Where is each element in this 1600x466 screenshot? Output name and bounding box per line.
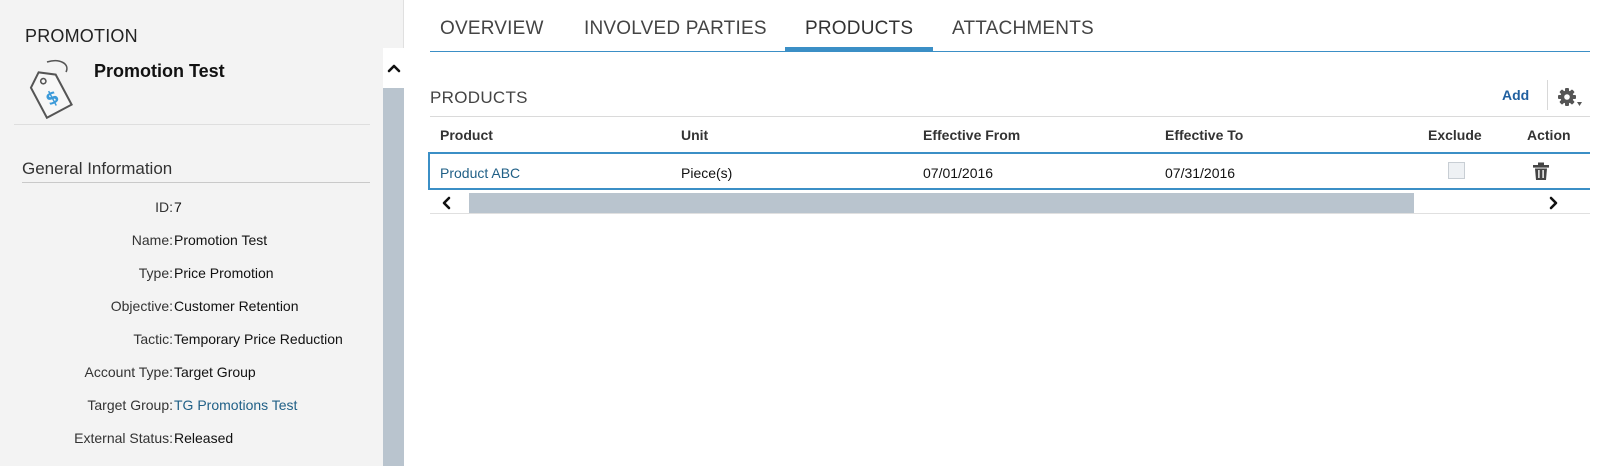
column-header-effective-to[interactable]: Effective To <box>1165 127 1243 143</box>
target-group-link[interactable]: TG Promotions Test <box>174 397 297 413</box>
field-external-status: External Status: Released <box>0 430 370 450</box>
add-product-button[interactable]: Add <box>1502 87 1529 103</box>
chevron-left-icon <box>442 196 451 210</box>
column-header-action: Action <box>1527 127 1571 143</box>
field-value: Target Group <box>174 364 256 380</box>
tab-bar: OVERVIEW INVOLVED PARTIES PRODUCTS ATTAC… <box>430 0 1590 52</box>
column-header-exclude[interactable]: Exclude <box>1428 127 1482 143</box>
field-value: Promotion Test <box>174 232 268 248</box>
section-title-general-information: General Information <box>22 159 173 178</box>
field-objective: Objective: Customer Retention <box>0 298 370 318</box>
field-label: Tactic: <box>133 331 173 347</box>
section-divider <box>22 182 370 183</box>
field-value: Price Promotion <box>174 265 274 281</box>
header-divider <box>14 124 370 125</box>
field-label: Objective: <box>110 298 173 314</box>
tab-overview[interactable]: OVERVIEW <box>420 18 564 51</box>
object-header-panel: PROMOTION $ Promotion Test General Infor… <box>0 0 404 466</box>
scroll-left-button[interactable] <box>430 192 462 214</box>
effective-to-cell: 07/31/2016 <box>1165 165 1236 181</box>
field-label: External Status: <box>74 430 173 446</box>
field-value: Customer Retention <box>174 298 299 314</box>
object-name: Promotion Test <box>94 61 225 81</box>
unit-cell: Piece(s) <box>681 165 733 181</box>
field-label: Type: <box>138 265 173 281</box>
field-value: Released <box>174 430 234 446</box>
effective-from-cell: 07/01/2016 <box>923 165 994 181</box>
product-link[interactable]: Product ABC <box>440 165 520 181</box>
field-name: Name: Promotion Test <box>0 232 370 252</box>
field-label: Account Type: <box>84 364 173 380</box>
field-label: ID: <box>155 199 173 215</box>
field-target-group: Target Group: TG Promotions Test <box>0 397 370 417</box>
trash-icon[interactable] <box>1531 161 1551 181</box>
field-label: Name: <box>131 232 173 248</box>
field-value: 7 <box>174 199 182 215</box>
table-row[interactable]: Product ABC Piece(s) 07/01/2016 07/31/20… <box>428 152 1590 190</box>
horizontal-scrollbar[interactable] <box>430 192 1590 214</box>
scroll-up-button[interactable] <box>383 48 404 88</box>
tab-involved-parties[interactable]: INVOLVED PARTIES <box>564 18 787 51</box>
field-tactic: Tactic: Temporary Price Reduction <box>0 331 370 351</box>
toolbar-divider <box>1547 80 1548 110</box>
scroll-right-button[interactable] <box>1538 192 1570 214</box>
scrollbar-thumb[interactable] <box>469 193 1414 213</box>
object-type-label: PROMOTION <box>25 26 138 46</box>
price-tag-icon: $ <box>29 59 73 120</box>
chevron-up-icon <box>387 64 400 73</box>
field-id: ID: 7 <box>0 199 370 219</box>
tab-attachments[interactable]: ATTACHMENTS <box>932 18 1114 51</box>
exclude-checkbox[interactable] <box>1448 162 1465 179</box>
column-header-product[interactable]: Product <box>440 127 493 143</box>
vertical-scrollbar[interactable] <box>383 48 404 466</box>
scrollbar-thumb[interactable] <box>383 88 404 466</box>
field-value: Temporary Price Reduction <box>174 331 343 347</box>
gear-icon[interactable] <box>1557 85 1583 109</box>
products-section-title: PRODUCTS <box>430 88 528 107</box>
column-header-unit[interactable]: Unit <box>681 127 708 143</box>
section-divider <box>430 116 1590 117</box>
field-type: Type: Price Promotion <box>0 265 370 285</box>
column-header-effective-from[interactable]: Effective From <box>923 127 1020 143</box>
tab-products[interactable]: PRODUCTS <box>785 18 934 51</box>
field-label: Target Group: <box>87 397 173 413</box>
chevron-right-icon <box>1549 196 1558 210</box>
field-account-type: Account Type: Target Group <box>0 364 370 384</box>
